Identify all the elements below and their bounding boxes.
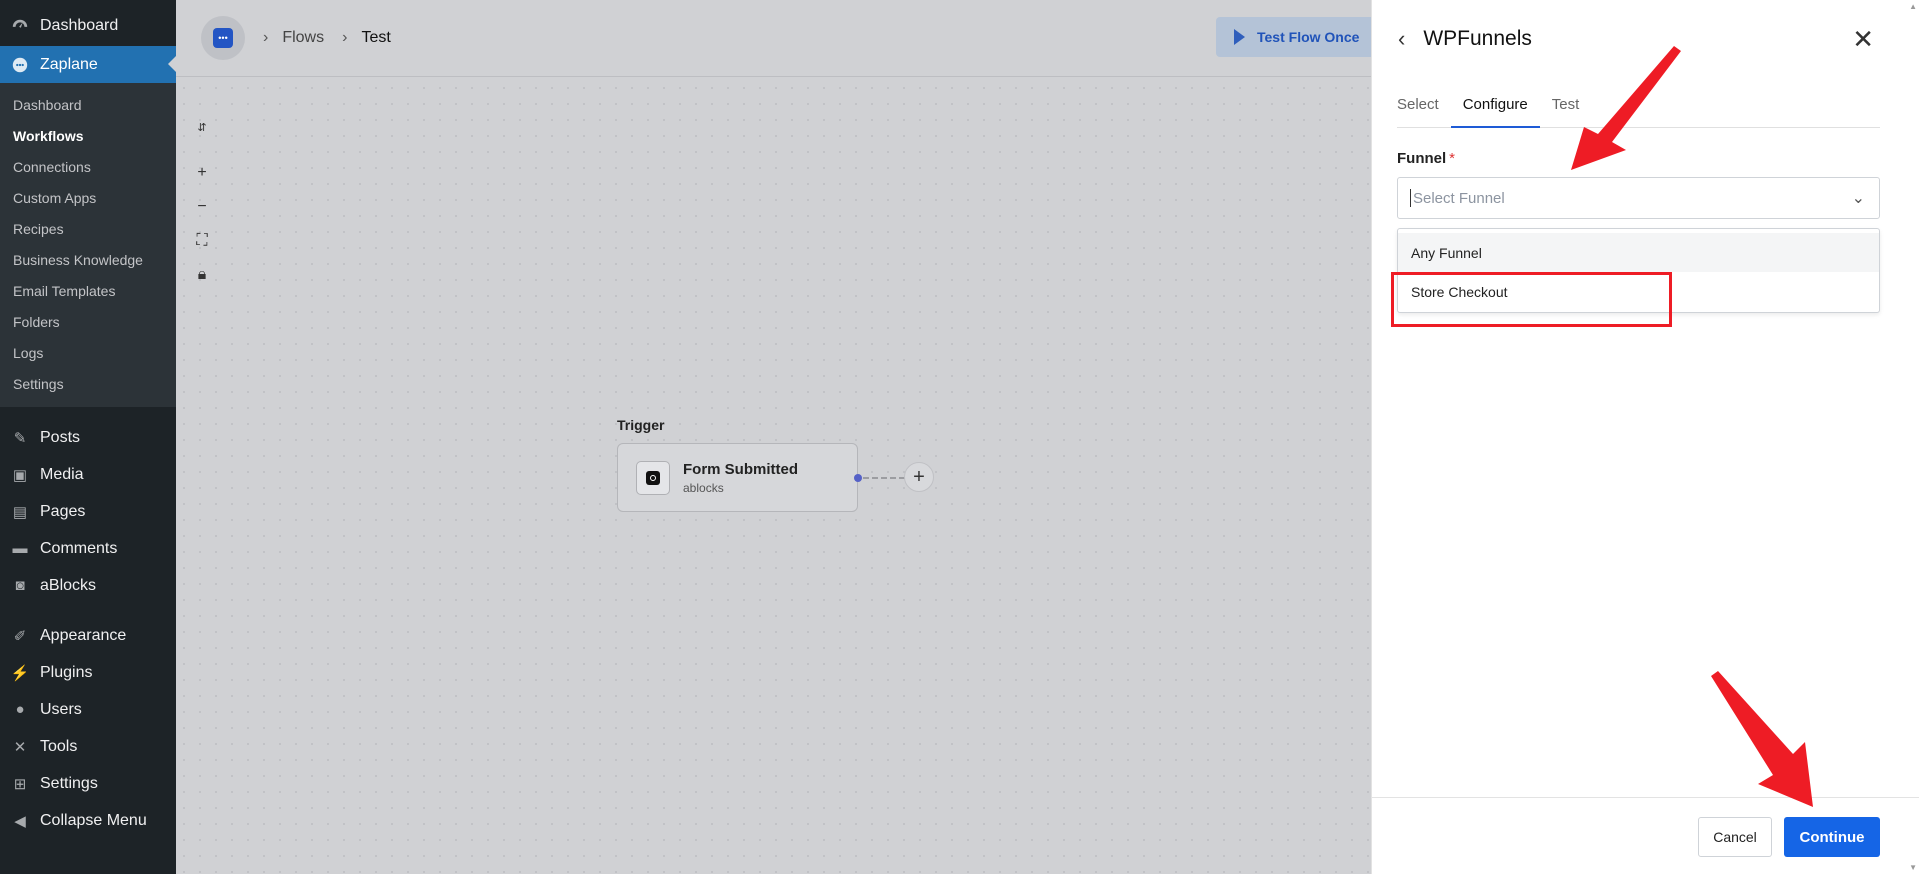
scroll-up-icon[interactable]: ▲ — [1909, 2, 1917, 11]
sort-icon[interactable]: ⇵ — [192, 117, 212, 137]
wp-menu-label: Pages — [40, 502, 86, 520]
funnel-label-text: Funnel — [1397, 150, 1447, 167]
close-icon[interactable]: ✕ — [1852, 24, 1874, 55]
submenu-business-knowledge[interactable]: Business Knowledge — [0, 244, 176, 275]
chevron-right-icon: › — [263, 29, 269, 46]
pages-icon: ▤ — [12, 503, 28, 521]
wp-menu-label: Appearance — [40, 626, 127, 644]
wp-menu-label: Media — [40, 465, 84, 483]
canvas-header: ••• › Flows › Test Test Flow Once — [176, 0, 1376, 77]
submenu-workflows[interactable]: Workflows — [0, 120, 176, 151]
submenu-recipes[interactable]: Recipes — [0, 213, 176, 244]
submenu-dashboard[interactable]: Dashboard — [0, 89, 176, 120]
wp-menu-plugins[interactable]: ⚡ Plugins — [0, 654, 176, 691]
wp-menu-label: Posts — [40, 428, 81, 446]
panel-title: WPFunnels — [1423, 27, 1532, 50]
tab-configure[interactable]: Configure — [1450, 86, 1540, 128]
wp-menu-pages[interactable]: ▤ Pages — [0, 493, 176, 530]
trigger-title: Form Submitted — [683, 460, 798, 478]
wp-menu-ablocks[interactable]: ◙ aBlocks — [0, 567, 176, 604]
funnel-select[interactable]: Select Funnel ⌄ — [1397, 177, 1880, 219]
trigger-subtitle: ablocks — [683, 480, 724, 495]
breadcrumb-flows[interactable]: Flows — [282, 29, 324, 47]
app-logo[interactable]: ••• — [201, 16, 245, 60]
wp-menu-label: Settings — [40, 774, 98, 792]
option-any-funnel[interactable]: Any Funnel — [1398, 233, 1879, 272]
flow-canvas[interactable]: ••• › Flows › Test Test Flow Once ⇵ + − … — [176, 0, 1376, 874]
required-mark: * — [1449, 150, 1456, 167]
submenu-email-templates[interactable]: Email Templates — [0, 275, 176, 306]
chevron-down-icon: ⌄ — [1851, 190, 1865, 207]
wp-menu-comments[interactable]: ▬ Comments — [0, 530, 176, 567]
wp-menu-zaplane[interactable]: Zaplane — [0, 46, 176, 83]
wrench-icon: ✕ — [13, 738, 27, 756]
panel-footer: Cancel Continue — [1372, 797, 1919, 874]
wp-menu-settings[interactable]: ⊞ Settings — [0, 765, 176, 802]
wp-menu-tools[interactable]: ✕ Tools — [0, 728, 176, 765]
test-flow-once-button[interactable]: Test Flow Once — [1216, 17, 1376, 57]
funnel-field-label: Funnel * — [1397, 150, 1455, 167]
tab-select[interactable]: Select — [1397, 86, 1451, 128]
zoom-out-icon[interactable]: − — [192, 197, 212, 217]
collapse-icon: ◀ — [14, 812, 26, 830]
wp-menu-appearance[interactable]: ✐ Appearance — [0, 617, 176, 654]
submenu-settings[interactable]: Settings — [0, 368, 176, 399]
pin-icon: ✎ — [13, 429, 27, 447]
lock-icon[interactable]: 🔒︎ — [192, 265, 212, 285]
submenu-connections[interactable]: Connections — [0, 151, 176, 182]
media-icon: ▣ — [12, 466, 28, 484]
zaplane-logo-icon: ••• — [213, 28, 233, 48]
connector-line — [863, 477, 905, 479]
ablocks-icon: ◙ — [15, 577, 25, 594]
ablocks-icon — [636, 460, 670, 495]
wp-admin-sidebar: Dashboard Zaplane Dashboard Workflows Co… — [0, 0, 176, 874]
wp-menu-label: Dashboard — [40, 17, 119, 34]
wp-menu-posts[interactable]: ✎ Posts — [0, 419, 176, 456]
trigger-node[interactable]: Form Submitted ablocks — [617, 443, 858, 512]
wp-menu-collapse[interactable]: ◀ Collapse Menu — [0, 802, 176, 839]
wp-menu-media[interactable]: ▣ Media — [0, 456, 176, 493]
text-cursor — [1410, 189, 1411, 207]
panel-tabs: Select Configure Test — [1397, 86, 1880, 128]
wp-menu-label: Collapse Menu — [40, 811, 147, 829]
test-flow-label: Test Flow Once — [1257, 29, 1360, 45]
play-icon — [1234, 29, 1245, 45]
chevron-left-icon[interactable]: ‹ — [1398, 26, 1405, 52]
settings-icon: ⊞ — [13, 775, 27, 793]
wp-menu-users[interactable]: ● Users — [0, 691, 176, 728]
comments-icon: ▬ — [12, 540, 28, 557]
add-step-button[interactable]: + — [904, 462, 934, 492]
wp-menu-label: Users — [40, 700, 82, 718]
breadcrumb-current: Test — [361, 29, 391, 46]
canvas-toolbar: ⇵ + − ⛶ 🔒︎ — [192, 117, 212, 299]
annotation-highlight-box — [1391, 272, 1672, 327]
chevron-right-icon: › — [342, 29, 348, 46]
zaplane-icon — [10, 55, 30, 75]
wp-menu-label: Zaplane — [40, 55, 98, 73]
scroll-down-icon[interactable]: ▼ — [1909, 863, 1917, 872]
cancel-button[interactable]: Cancel — [1698, 817, 1772, 857]
user-icon: ● — [15, 701, 25, 718]
brush-icon: ✐ — [13, 627, 27, 645]
tab-test[interactable]: Test — [1540, 86, 1592, 128]
submenu-folders[interactable]: Folders — [0, 306, 176, 337]
trigger-label: Trigger — [617, 417, 665, 433]
zoom-in-icon[interactable]: + — [192, 163, 212, 183]
panel-header: ‹ WPFunnels — [1372, 0, 1919, 78]
wp-menu-dashboard[interactable]: Dashboard — [0, 0, 176, 46]
zaplane-submenu: Dashboard Workflows Connections Custom A… — [0, 83, 176, 407]
config-panel: ‹ WPFunnels ✕ Select Configure Test Funn… — [1371, 0, 1919, 874]
wp-menu-label: Comments — [40, 539, 118, 557]
wp-menu-label: Plugins — [40, 663, 93, 681]
wp-menu-label: aBlocks — [40, 576, 97, 594]
continue-button[interactable]: Continue — [1784, 817, 1880, 857]
dashboard-icon — [10, 16, 30, 36]
funnel-select-placeholder: Select Funnel — [1413, 189, 1505, 207]
node-handle[interactable] — [854, 474, 862, 482]
submenu-logs[interactable]: Logs — [0, 337, 176, 368]
fit-view-icon[interactable]: ⛶ — [192, 231, 212, 251]
plugin-icon: ⚡ — [10, 664, 30, 682]
submenu-custom-apps[interactable]: Custom Apps — [0, 182, 176, 213]
wp-menu-label: Tools — [40, 737, 78, 755]
